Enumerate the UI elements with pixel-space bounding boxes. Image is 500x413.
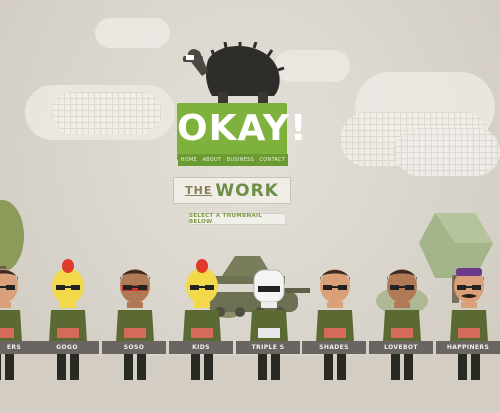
- thumbnail-label[interactable]: GOGO: [35, 341, 99, 354]
- main-nav: HOME ABOUT BUSINESS CONTACT: [178, 154, 288, 166]
- nav-item-contact[interactable]: CONTACT: [260, 157, 286, 163]
- character-icon[interactable]: [444, 258, 494, 383]
- select-thumbnail-prompt: SELECT A THUMBNAIL BELOW: [188, 213, 286, 225]
- thumbnail-label[interactable]: TRIPLE S: [236, 341, 300, 354]
- thumbnail-label[interactable]: SOSO: [102, 341, 166, 354]
- tortoise-mascot-icon: [183, 42, 285, 106]
- thumbnail-label[interactable]: ERS: [0, 341, 38, 354]
- thumbnail-label[interactable]: SHADES: [302, 341, 366, 354]
- cloud-icon: [95, 18, 170, 48]
- the-work-heading: THE WORK: [173, 177, 291, 204]
- thumbnail-label[interactable]: HAPPINERS: [436, 341, 500, 354]
- character-icon[interactable]: [310, 258, 360, 383]
- the-work-word: WORK: [215, 180, 279, 201]
- cloud-icon: [52, 92, 162, 134]
- thumbnail-label[interactable]: KIDS: [169, 341, 233, 354]
- character-icon[interactable]: [0, 258, 28, 383]
- character-icon[interactable]: [177, 258, 227, 383]
- nav-item-home[interactable]: HOME: [181, 157, 197, 163]
- stage: OKAY! HOME ABOUT BUSINESS CONTACT THE WO…: [0, 0, 500, 413]
- nav-item-about[interactable]: ABOUT: [202, 157, 221, 163]
- character-icon[interactable]: [43, 258, 93, 383]
- character-icon[interactable]: [244, 258, 294, 383]
- character-icon[interactable]: [110, 258, 160, 383]
- character-icon[interactable]: [377, 258, 427, 383]
- nav-item-business[interactable]: BUSINESS: [227, 157, 254, 163]
- thumbnail-label[interactable]: LOVEBOT: [369, 341, 433, 354]
- site-logo[interactable]: OKAY!: [177, 103, 308, 158]
- the-work-prefix: THE: [185, 184, 213, 197]
- logo-text: OKAY!: [177, 108, 308, 149]
- cloud-icon: [395, 128, 500, 176]
